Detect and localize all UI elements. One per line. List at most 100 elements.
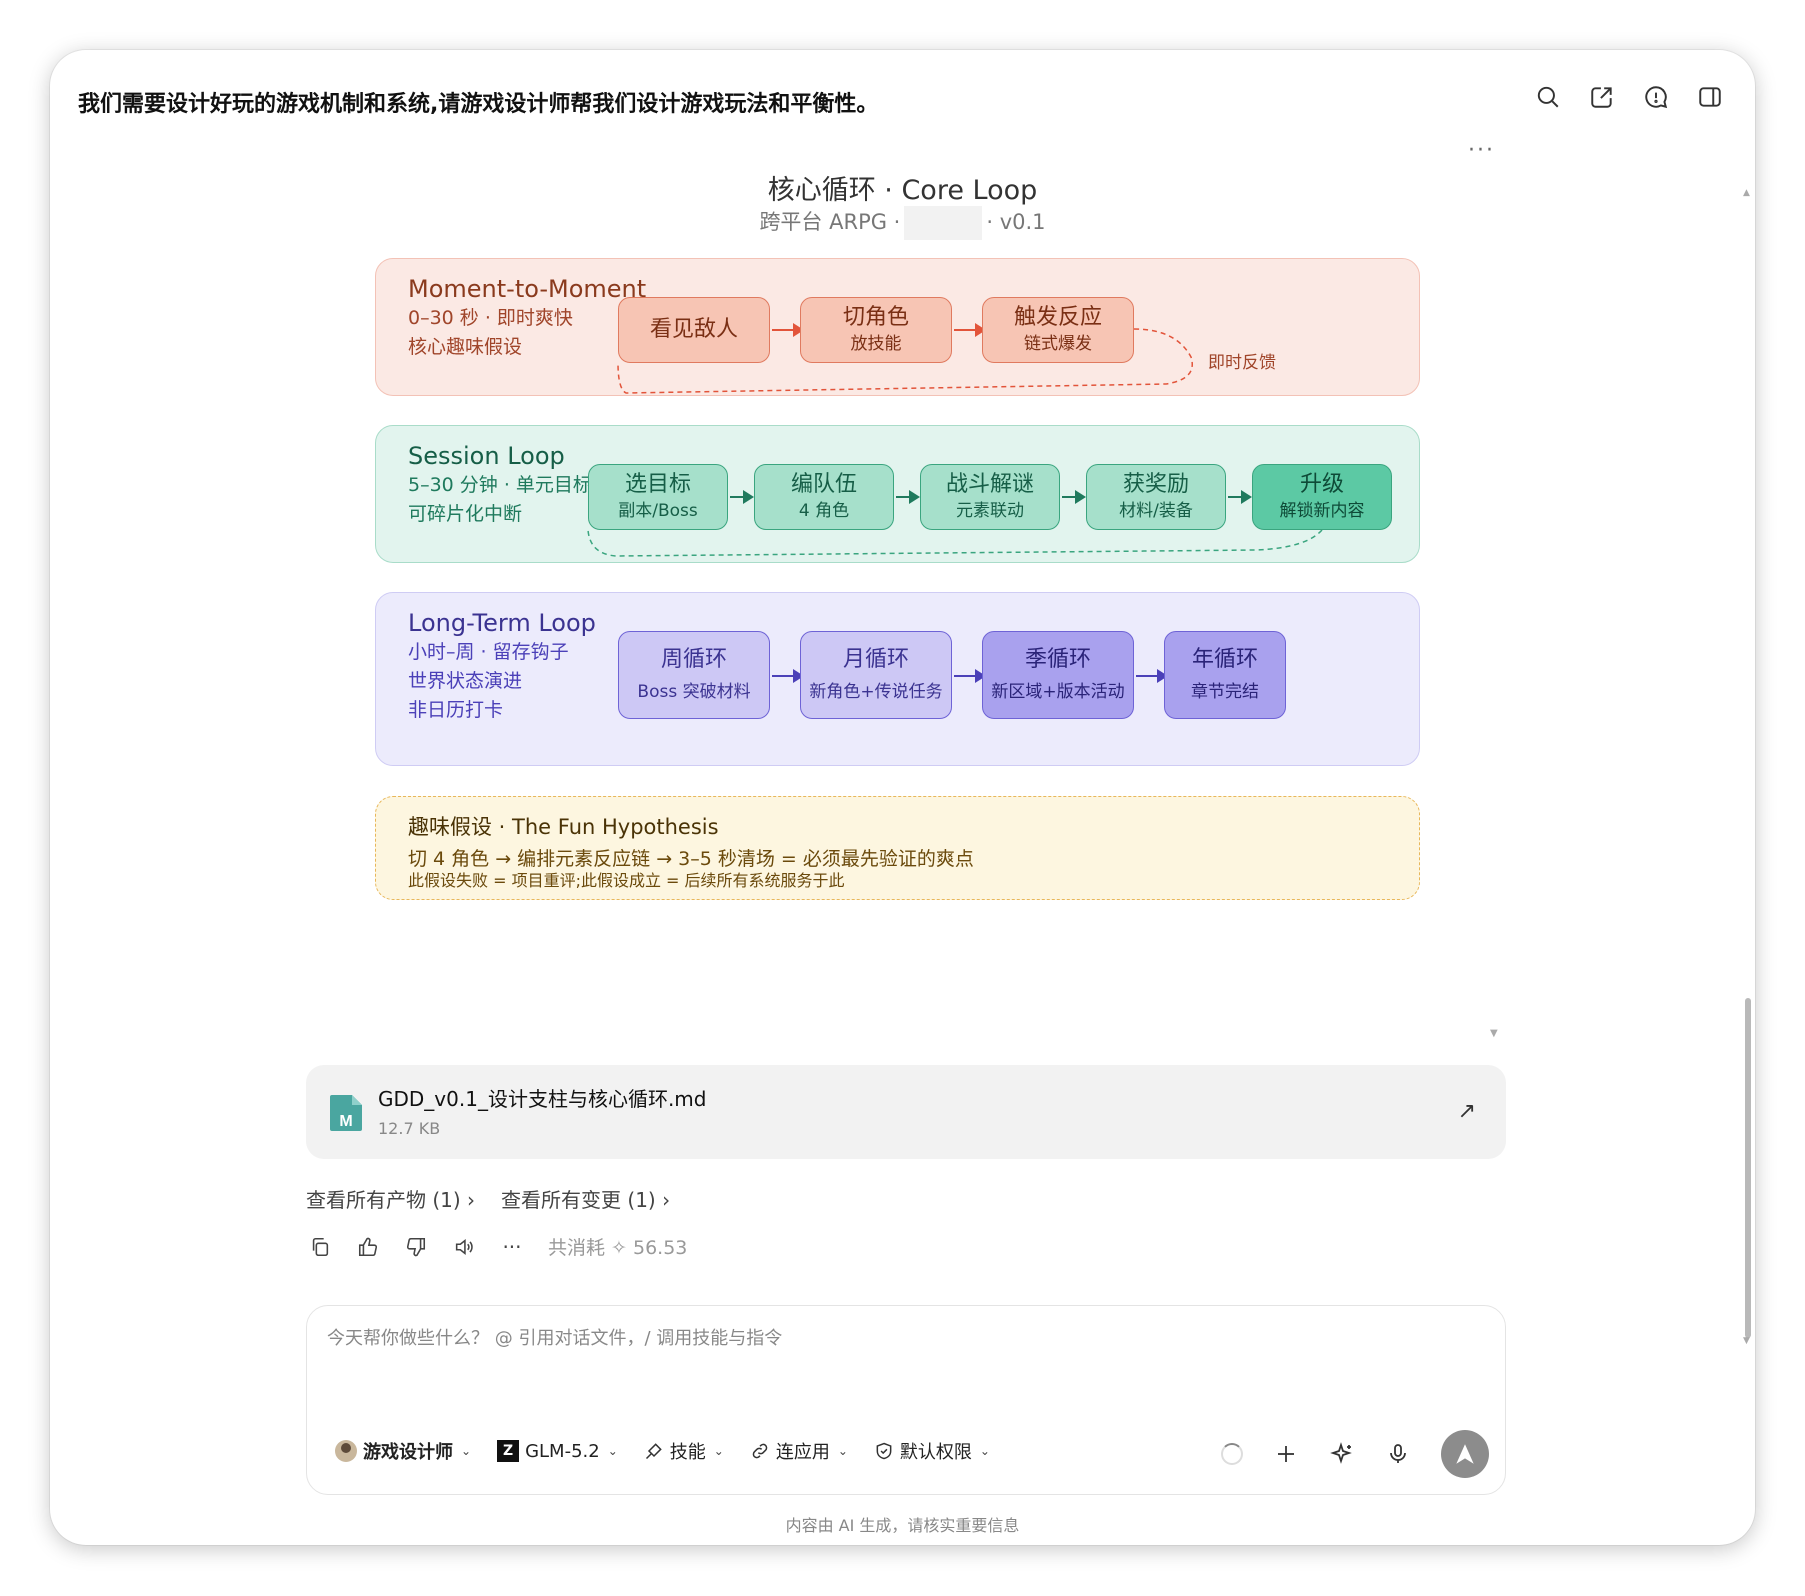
composer-input[interactable]: 今天帮你做些什么？ @ 引用对话文件，/ 调用技能与指令 <box>327 1324 782 1350</box>
flow-arrow <box>730 490 754 504</box>
scrollbar[interactable]: ▲ ▼ <box>1741 188 1755 1348</box>
thumbs-up-icon[interactable] <box>356 1235 380 1259</box>
feedback-icon[interactable] <box>1641 82 1671 112</box>
chevron-down-icon: ⌄ <box>837 1444 848 1458</box>
file-card[interactable]: M GDD_v0.1_设计支柱与核心循环.md 12.7 KB ↗ <box>306 1065 1506 1159</box>
node-title: 战斗解谜 <box>945 472 1034 497</box>
model-selector[interactable]: Z GLM-5.2 ⌄ <box>497 1440 618 1462</box>
moment-loop-name: Moment-to-Moment <box>408 275 647 303</box>
skills-label: 技能 <box>669 1442 706 1463</box>
avatar <box>335 1440 357 1462</box>
thumbs-down-icon[interactable] <box>404 1235 428 1259</box>
node-title: 月循环 <box>842 647 909 672</box>
share-icon[interactable] <box>1587 82 1617 112</box>
composer-right-tools <box>1221 1430 1489 1478</box>
token-usage: 共消耗 ✧ 56.53 <box>548 1237 688 1259</box>
copy-icon[interactable] <box>308 1235 332 1259</box>
node-title: 季循环 <box>1024 647 1091 672</box>
diagram-subtitle: 跨平台 ARPG · · v0.1 <box>50 206 1755 240</box>
redacted-block <box>904 206 983 240</box>
node-subtitle: 链式爆发 <box>1024 334 1092 354</box>
message-actions: ··· 共消耗 ✧ 56.53 <box>308 1233 687 1260</box>
speaker-icon[interactable] <box>452 1235 476 1259</box>
node-subtitle: 章节完结 <box>1191 682 1259 702</box>
artifact-links: 查看所有产物 (1) › 查看所有变更 (1) › <box>306 1184 670 1213</box>
scrollbar-thumb[interactable] <box>1745 998 1751 1338</box>
longterm-loop-panel: Long-Term Loop 小时–周 · 留存钩子 世界状态演进 非日历打卡 … <box>375 592 1420 766</box>
view-changes-link[interactable]: 查看所有变更 (1) › <box>501 1184 670 1213</box>
top-icons <box>1533 82 1725 112</box>
agent-selector[interactable]: 游戏设计师 ⌄ <box>335 1438 471 1464</box>
view-artifacts-link[interactable]: 查看所有产物 (1) › <box>306 1184 475 1213</box>
node-subtitle: 新区域+版本活动 <box>991 682 1125 702</box>
node-title: 年循环 <box>1191 647 1258 672</box>
microphone-icon[interactable] <box>1385 1441 1411 1467</box>
composer-tools: 游戏设计师 ⌄ Z GLM-5.2 ⌄ 技能 ⌄ 连应用 ⌄ 默认权限 ⌄ <box>335 1438 990 1464</box>
add-icon[interactable] <box>1273 1441 1299 1467</box>
flow-arrow <box>896 490 920 504</box>
moment-loop-desc: 0–30 秒 · 即时爽快 核心趣味假设 <box>408 304 573 362</box>
flow-arrow <box>1136 669 1168 683</box>
link-icon <box>752 1443 768 1459</box>
loop-node: 编队伍 4 角色 <box>754 464 894 530</box>
node-subtitle: 副本/Boss <box>618 501 698 521</box>
longterm-loop-desc: 小时–周 · 留存钩子 世界状态演进 非日历打卡 <box>408 638 569 725</box>
flow-arrow <box>954 323 986 337</box>
flow-arrow <box>1062 490 1086 504</box>
send-button[interactable] <box>1441 1430 1489 1478</box>
open-external-icon[interactable]: ↗ <box>1458 1099 1476 1124</box>
apps-selector[interactable]: 连应用 ⌄ <box>750 1438 848 1464</box>
longterm-desc-line: 非日历打卡 <box>408 699 504 721</box>
node-title: 升级 <box>1299 472 1344 497</box>
longterm-loop-name: Long-Term Loop <box>408 609 596 637</box>
chevron-down-icon: ⌄ <box>607 1444 618 1458</box>
longterm-desc-line: 世界状态演进 <box>408 670 523 692</box>
permission-selector[interactable]: 默认权限 ⌄ <box>874 1438 990 1464</box>
fun-hypothesis-panel: 趣味假设 · The Fun Hypothesis 切 4 角色 → 编排元素反… <box>375 796 1420 900</box>
session-desc-line: 5–30 分钟 · 单元目标 <box>408 474 592 496</box>
node-subtitle: 4 角色 <box>798 501 850 521</box>
sparkle-icon[interactable] <box>1329 1441 1355 1467</box>
loop-node: 获奖励 材料/装备 <box>1086 464 1226 530</box>
flow-arrow <box>772 669 804 683</box>
node-title: 编队伍 <box>790 472 857 497</box>
loop-node: 看见敌人 <box>618 297 770 363</box>
node-title: 周循环 <box>660 647 727 672</box>
loop-node: 战斗解谜 元素联动 <box>920 464 1060 530</box>
longterm-desc-line: 小时–周 · 留存钩子 <box>408 641 569 663</box>
svg-text:M: M <box>339 1113 352 1130</box>
more-icon[interactable]: ··· <box>500 1235 524 1259</box>
loop-node: 年循环 章节完结 <box>1164 631 1286 719</box>
loop-node: 选目标 副本/Boss <box>588 464 728 530</box>
permission-label: 默认权限 <box>899 1442 972 1463</box>
node-subtitle: Boss 突破材料 <box>637 682 751 702</box>
loop-node: 升级 解锁新内容 <box>1252 464 1392 530</box>
search-icon[interactable] <box>1533 82 1563 112</box>
node-title: 看见敌人 <box>649 317 738 342</box>
loop-node: 切角色 放技能 <box>800 297 952 363</box>
more-options-icon[interactable]: ··· <box>1468 138 1495 163</box>
node-title: 选目标 <box>624 472 691 497</box>
ai-disclaimer: 内容由 AI 生成，请核实重要信息 <box>785 1516 1020 1535</box>
loop-node: 触发反应 链式爆发 <box>982 297 1134 363</box>
file-size: 12.7 KB <box>378 1119 441 1138</box>
flow-arrow <box>772 323 804 337</box>
loading-spinner-icon <box>1221 1443 1243 1465</box>
diagram-title: 核心循环 · Core Loop <box>767 175 1038 206</box>
top-bar: 我们需要设计好玩的游戏机制和系统,请游戏设计师帮我们设计游戏玩法和平衡性。 <box>50 50 1755 150</box>
skills-selector[interactable]: 技能 ⌄ <box>644 1438 724 1464</box>
node-title: 获奖励 <box>1122 472 1189 497</box>
moment-desc-line: 0–30 秒 · 即时爽快 <box>408 307 573 329</box>
sidebar-icon[interactable] <box>1695 82 1725 112</box>
fun-line-2: 此假设失败 = 项目重评;此假设成立 = 后续所有系统服务于此 <box>408 871 845 890</box>
scroll-down-icon[interactable]: ▼ <box>1743 1336 1750 1346</box>
model-label: GLM-5.2 <box>525 1440 600 1462</box>
moment-loop-panel: Moment-to-Moment 0–30 秒 · 即时爽快 核心趣味假设 看见… <box>375 258 1420 396</box>
message-composer[interactable]: 今天帮你做些什么？ @ 引用对话文件，/ 调用技能与指令 游戏设计师 ⌄ Z G… <box>306 1305 1506 1495</box>
apps-label: 连应用 <box>775 1442 830 1463</box>
zhipu-logo-icon: Z <box>497 1440 520 1462</box>
file-name: GDD_v0.1_设计支柱与核心循环.md <box>378 1087 707 1111</box>
node-subtitle: 材料/装备 <box>1119 501 1193 521</box>
session-desc-line: 可碎片化中断 <box>408 503 523 525</box>
collapse-chevron-icon[interactable]: ▼ <box>1490 1028 1498 1039</box>
